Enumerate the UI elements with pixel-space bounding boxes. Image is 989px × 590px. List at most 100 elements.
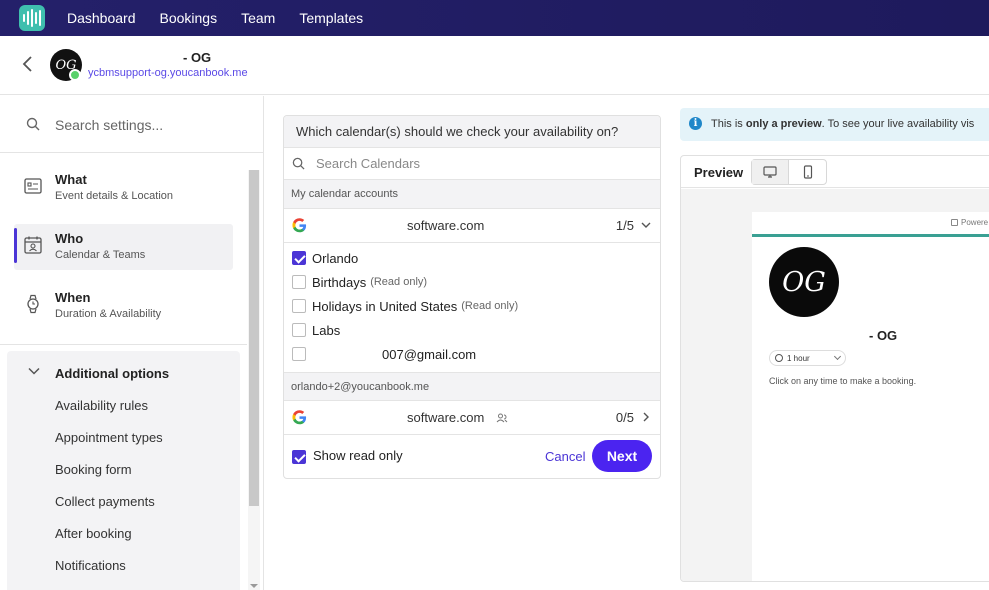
next-button[interactable]: Next [592, 440, 652, 472]
desktop-icon [763, 166, 777, 178]
settings-search-input[interactable]: Search settings... [55, 117, 163, 133]
selected-count: 0/5 [615, 410, 634, 425]
section-label: My calendar accounts [284, 180, 660, 209]
device-toggle [751, 159, 827, 185]
app-logo-icon[interactable] [19, 5, 45, 31]
chevron-down-icon [833, 352, 842, 361]
calendar-account-row[interactable]: software.com 0/5 [284, 401, 660, 435]
sidebar-item-who[interactable]: Who Calendar & Teams [14, 224, 233, 270]
cancel-button[interactable]: Cancel [545, 449, 585, 464]
calendar-name: 007@gmail.com [382, 346, 477, 362]
sidebar-divider [0, 344, 247, 345]
clock-icon [775, 354, 783, 362]
page-header: OG - OG ycbmsupport-og.youcanbook.me [0, 36, 989, 95]
id-card-icon [24, 178, 42, 194]
option-availability-rules[interactable]: Availability rules [55, 398, 148, 413]
calendar-item-orlando[interactable]: Orlando [292, 248, 358, 268]
sidebar-item-subtitle: Event details & Location [55, 190, 174, 202]
info-icon: i [689, 117, 702, 130]
sidebar-item-title: When [55, 290, 91, 305]
calendar-checkbox[interactable] [292, 323, 306, 337]
nav-dashboard[interactable]: Dashboard [67, 10, 136, 26]
search-icon [26, 117, 40, 131]
calendar-checkbox[interactable] [292, 299, 306, 313]
info-text-suffix: . To see your live availability vis [821, 118, 975, 130]
option-after-booking[interactable]: After booking [55, 526, 132, 541]
read-only-tag: (Read only) [461, 300, 519, 312]
chevron-down-icon[interactable] [27, 364, 41, 378]
account-name: software.com [407, 410, 485, 425]
settings-sidebar: Search settings... What Event details & … [0, 96, 264, 590]
option-collect-payments[interactable]: Collect payments [55, 494, 155, 509]
sidebar-item-subtitle: Duration & Availability [55, 308, 162, 320]
option-booking-form[interactable]: Booking form [55, 462, 132, 477]
sidebar-item-what[interactable]: What Event details & Location [14, 165, 233, 211]
calendar-item-holidays[interactable]: Holidays in United States (Read only) [292, 296, 518, 316]
calendar-name: Holidays in United States [312, 298, 458, 314]
info-text-bold: only a preview [745, 118, 822, 130]
calendar-item-labs[interactable]: Labs [292, 320, 340, 340]
duration-value: 1 hour [787, 353, 810, 363]
page-title: - OG [183, 50, 212, 65]
scroll-down-arrow-icon[interactable] [250, 584, 258, 588]
top-nav: Dashboard Bookings Team Templates [0, 0, 989, 36]
calendar-item-birthdays[interactable]: Birthdays (Read only) [292, 272, 427, 292]
show-read-only-label[interactable]: Show read only [313, 448, 403, 463]
sidebar-item-subtitle: Calendar & Teams [55, 249, 146, 261]
selected-count: 1/5 [615, 218, 634, 233]
chevron-down-icon[interactable] [641, 220, 651, 230]
google-icon [292, 410, 307, 425]
nav-templates[interactable]: Templates [299, 10, 363, 26]
calendar-account-row[interactable]: software.com 1/5 [284, 209, 660, 243]
preview-avatar: OG [769, 247, 839, 317]
calendar-name: Birthdays [312, 274, 367, 290]
back-arrow-icon[interactable] [20, 54, 36, 74]
additional-options-header[interactable]: Additional options [55, 366, 169, 381]
additional-options-group: Additional options Availability rules Ap… [7, 351, 240, 590]
preview-canvas: Powere OG - OG 1 hour Click on any time … [681, 189, 989, 581]
calendar-question-text: Which calendar(s) should we check your a… [296, 124, 619, 139]
sidebar-item-title: Who [55, 231, 84, 246]
calendar-checkbox[interactable] [292, 347, 306, 361]
calendar-name: Orlando [312, 250, 359, 266]
preview-panel: Preview Powere OG - OG 1 hour Click on a… [680, 155, 989, 582]
preview-header: Preview [681, 156, 989, 188]
online-status-dot [69, 69, 81, 81]
sidebar-scrollbar[interactable] [248, 170, 260, 590]
settings-search[interactable]: Search settings... [0, 96, 263, 153]
nav-team[interactable]: Team [241, 10, 275, 26]
info-text-prefix: This is [711, 118, 746, 130]
mobile-view-button[interactable] [789, 160, 826, 184]
preview-accent-bar [752, 234, 989, 237]
calendar-checkbox[interactable] [292, 251, 306, 265]
preview-name: - OG [869, 328, 898, 343]
calendar-user-icon [24, 236, 42, 254]
calendar-question: Which calendar(s) should we check your a… [284, 116, 660, 148]
section-label: orlando+2@youcanbook.me [284, 372, 660, 401]
calendar-search[interactable]: Search Calendars [284, 148, 660, 180]
section-label-text: My calendar accounts [291, 188, 398, 200]
watch-icon [27, 294, 39, 314]
calendar-selection-panel: Which calendar(s) should we check your a… [283, 115, 661, 479]
powered-by: Powere [951, 218, 988, 227]
duration-select[interactable]: 1 hour [769, 350, 846, 366]
calendar-item-gmail[interactable]: 007@gmail.com [292, 344, 476, 364]
preview-booking-page: Powere OG - OG 1 hour Click on any time … [752, 212, 989, 581]
scrollbar-thumb[interactable] [249, 170, 259, 506]
booking-page-url-link[interactable]: ycbmsupport-og.youcanbook.me [88, 67, 248, 79]
chevron-right-icon[interactable] [641, 412, 651, 422]
info-text: This is only a preview. To see your live… [711, 118, 974, 130]
calendar-checkbox[interactable] [292, 275, 306, 289]
show-read-only-checkbox[interactable] [292, 450, 306, 464]
powered-by-icon [951, 219, 958, 226]
booking-hint: Click on any time to make a booking. [769, 376, 917, 386]
option-notifications[interactable]: Notifications [55, 558, 126, 573]
search-icon [292, 157, 305, 170]
read-only-tag: (Read only) [370, 276, 428, 288]
calendar-search-input[interactable]: Search Calendars [316, 156, 420, 171]
nav-bookings[interactable]: Bookings [160, 10, 218, 26]
option-appointment-types[interactable]: Appointment types [55, 430, 163, 445]
desktop-view-button[interactable] [752, 160, 789, 184]
panel-footer: Show read only Cancel Next [284, 435, 660, 478]
sidebar-item-when[interactable]: When Duration & Availability [14, 283, 233, 329]
